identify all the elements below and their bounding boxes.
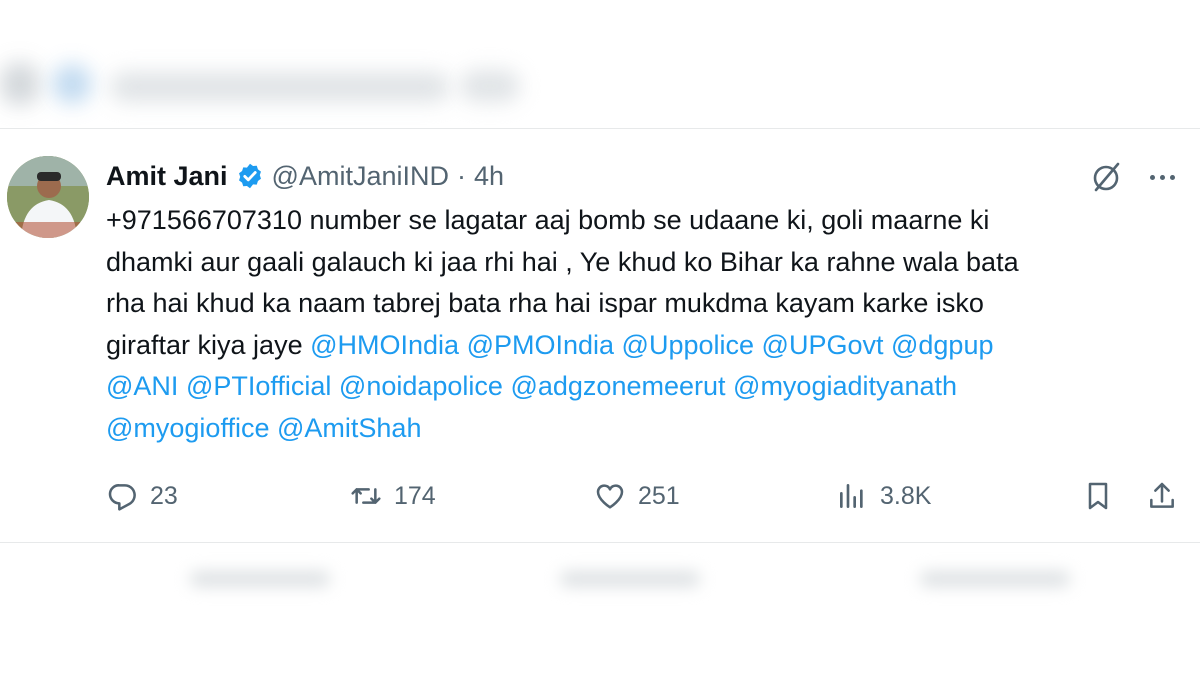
reply-button[interactable]: 23 [106,476,178,516]
tweet-line: +971566707310 number se lagatar aaj bomb… [106,205,990,235]
mention-link[interactable]: @myogioffice [106,413,269,443]
mention-link[interactable]: @adgzonemeerut [510,371,725,401]
heart-icon [596,484,624,509]
avatar-photo [7,156,89,238]
blurred-shape [460,70,520,102]
like-count: 251 [638,481,680,510]
blurred-shape [0,62,40,106]
tweet-line: dhamki aur gaali galauch ki jaa rhi hai … [106,246,1019,277]
bookmark-button[interactable] [1082,476,1114,516]
blurred-previous-tweet [0,0,1200,128]
blurred-shape [920,572,1070,586]
like-button[interactable]: 251 [594,476,680,516]
mention-link[interactable]: @PTIofficial [186,371,331,401]
retweet-count: 174 [394,481,436,510]
tweet-line: giraftar kiya jaye @HMOIndia @PMOIndia @… [106,325,1136,367]
mention-link[interactable]: @HMOIndia [310,330,459,360]
retweet-icon [351,488,381,504]
bookmark-icon [1088,482,1108,510]
blurred-shape [190,572,330,586]
blurred-shape [110,72,450,102]
divider [0,128,1200,129]
mention-link[interactable]: @PMOIndia [467,330,614,360]
tweet-line-text: giraftar kiya jaye [106,329,311,360]
tweet-header: Amit Jani @AmitJaniIND · 4h [106,158,504,194]
more-dots-icon[interactable] [1142,160,1182,194]
mention-link[interactable]: @ANI [106,371,178,401]
mention-link[interactable]: @noidapolice [339,371,503,401]
views-count: 3.8K [880,481,932,510]
views-button[interactable]: 3.8K [836,476,931,516]
avatar[interactable] [7,156,89,238]
share-button[interactable] [1146,476,1178,516]
tweet-actions: 23 174 251 3.8K [106,476,1182,516]
verified-badge-icon [238,163,261,189]
mention-link[interactable]: @AmitShah [277,413,421,443]
share-icon [1150,482,1174,508]
tweet-text: +971566707310 number se lagatar aaj bomb… [106,200,1136,449]
reply-icon [108,484,136,511]
separator-dot: · [456,160,466,191]
retweet-button[interactable]: 174 [350,476,436,516]
grok-icon[interactable] [1090,160,1124,194]
mention-link[interactable]: @dgpup [891,330,994,360]
tweet-line: @myogioffice @AmitShah [106,408,1136,450]
reply-count: 23 [150,481,178,510]
tweet-line: rha hai khud ka naam tabrej bata rha hai… [106,288,984,318]
mention-link[interactable]: @myogiadityanath [733,371,957,401]
views-icon [840,484,863,508]
author-name[interactable]: Amit Jani [106,161,228,192]
divider [0,542,1200,543]
timestamp[interactable]: 4h [474,161,504,192]
tweet-line: @ANI @PTIofficial @noidapolice @adgzonem… [106,366,1136,408]
mention-link[interactable]: @Uppolice [622,330,754,360]
author-handle[interactable]: @AmitJaniIND [272,161,449,192]
blurred-shape [560,572,700,586]
blurred-shape [52,64,92,104]
mention-link[interactable]: @UPGovt [762,330,884,360]
